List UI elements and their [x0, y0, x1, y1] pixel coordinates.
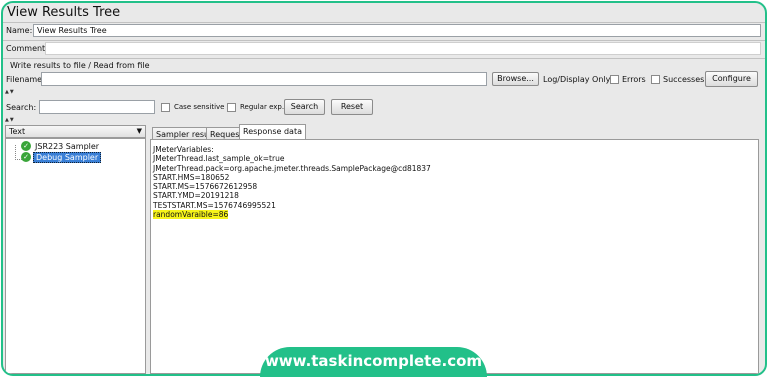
response-text: JMeterVariables: JMeterThread.last_sampl…	[153, 145, 431, 220]
response-line: START.YMD=20191218	[153, 191, 239, 201]
tree-item-label: Debug Sampler	[33, 152, 102, 163]
reset-button[interactable]: Reset	[331, 99, 373, 115]
filename-label: Filename	[6, 75, 43, 84]
response-line: START.HMS=180652	[153, 172, 230, 182]
search-label: Search:	[6, 103, 37, 112]
response-data-panel[interactable]: JMeterVariables: JMeterThread.last_sampl…	[150, 139, 759, 374]
success-shield-icon: ✓	[21, 141, 31, 151]
response-line: JMeterThread.last_sample_ok=true	[153, 154, 285, 164]
search-button[interactable]: Search	[284, 99, 325, 115]
tab-response-data[interactable]: Response data	[239, 124, 306, 140]
sampler-tree: ✓ JSR223 Sampler ✓ Debug Sampler	[5, 138, 146, 374]
results-tree-window: View Results Tree Name: View Results Tre…	[1, 1, 767, 376]
successes-label: Successes	[663, 75, 705, 84]
divider	[3, 40, 765, 41]
highlighted-response-line: randomVaraible=86	[153, 210, 229, 220]
filename-input[interactable]	[41, 72, 487, 86]
renderer-value: Text	[9, 127, 26, 136]
response-line: START.MS=1576672612958	[153, 182, 258, 192]
window-title: View Results Tree	[7, 5, 121, 20]
response-line: JMeterThread.pack=org.apache.jmeter.thre…	[153, 163, 431, 173]
chevron-down-icon: ▼	[136, 127, 142, 135]
response-line: JMeterVariables:	[153, 145, 214, 154]
errors-label: Errors	[622, 75, 646, 84]
log-display-label: Log/Display Only:	[543, 75, 613, 84]
browse-button[interactable]: Browse...	[492, 72, 539, 86]
renderer-select[interactable]: Text ▼	[5, 125, 146, 138]
collapse-arrows-icon[interactable]: ▲▼	[5, 89, 15, 95]
search-input[interactable]	[39, 100, 155, 114]
watermark-banner: www.taskincomplete.com	[260, 347, 487, 377]
configure-button[interactable]: Configure	[705, 71, 758, 87]
file-section-heading: Write results to file / Read from file	[10, 61, 150, 70]
case-sensitive-checkbox[interactable]	[161, 103, 170, 112]
name-field[interactable]: View Results Tree	[33, 24, 761, 37]
comments-field[interactable]	[45, 42, 761, 55]
response-line: TESTSTART.MS=1576746995521	[153, 200, 276, 210]
regexp-label: Regular exp.	[240, 103, 285, 111]
regexp-checkbox[interactable]	[227, 103, 236, 112]
successes-checkbox[interactable]	[651, 75, 660, 84]
divider	[3, 22, 765, 23]
tree-item-label: JSR223 Sampler	[35, 142, 100, 151]
case-sensitive-label: Case sensitive	[174, 103, 225, 111]
name-label: Name:	[6, 26, 33, 35]
collapse-arrows-icon[interactable]: ▲▼	[5, 117, 15, 123]
divider	[3, 58, 765, 59]
success-shield-icon: ✓	[21, 152, 31, 162]
errors-checkbox[interactable]	[610, 75, 619, 84]
name-value: View Results Tree	[37, 26, 107, 35]
